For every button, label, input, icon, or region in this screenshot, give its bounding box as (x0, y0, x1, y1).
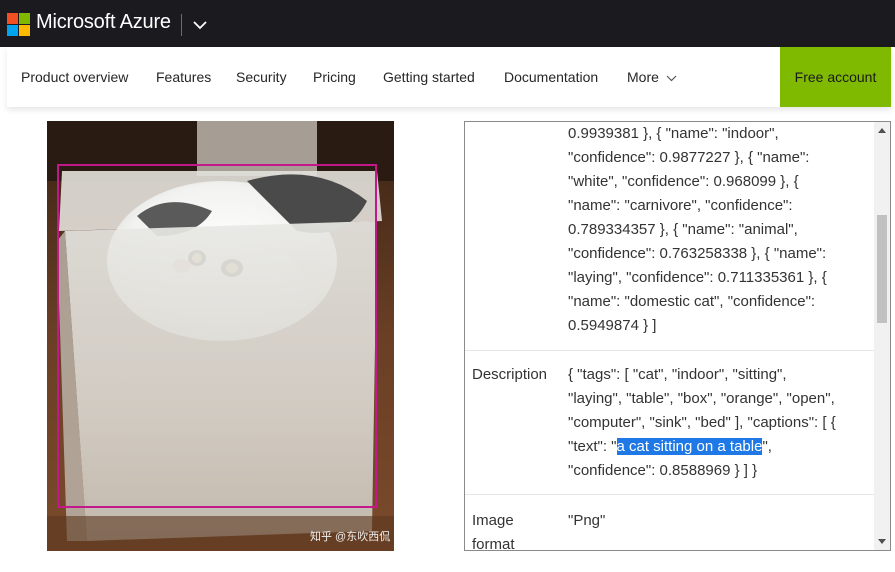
tags-row: 0.9939381 }, { "name": "indoor", "confid… (465, 122, 875, 351)
value-line: "confidence": 0.9877227 }, { "name": (568, 149, 810, 166)
image-watermark: 知乎 @东吹西侃 (310, 531, 391, 543)
value-line: 0.9939381 }, { "name": "indoor", (568, 125, 779, 142)
analyzed-image (47, 121, 394, 551)
value-line: "white", "confidence": 0.968099 }, { (568, 173, 799, 190)
caption-line: "text": "a cat sitting on a table", (568, 435, 864, 459)
analysis-results-panel[interactable]: 0.9939381 }, { "name": "indoor", "confid… (464, 121, 891, 551)
nav-features[interactable]: Features (156, 69, 211, 85)
nav-getting-started[interactable]: Getting started (383, 69, 475, 85)
scroll-down-icon[interactable] (874, 534, 890, 550)
value-line: { "tags": [ "cat", "indoor", "sitting", (568, 366, 787, 383)
image-format-label: Image format (472, 509, 515, 550)
caption-suffix: ", (762, 438, 772, 455)
caption-prefix: "text": " (568, 438, 617, 455)
tags-value: 0.9939381 }, { "name": "indoor", "confid… (568, 122, 864, 338)
description-label: Description (472, 366, 548, 383)
nav-documentation[interactable]: Documentation (504, 69, 598, 85)
free-account-button[interactable]: Free account (780, 47, 891, 107)
microsoft-logo-icon[interactable] (7, 13, 30, 36)
value-line: "confidence": 0.763258338 }, { "name": (568, 245, 827, 262)
value-line: "name": "domestic cat", "confidence": (568, 293, 816, 310)
value-line: "computer", "sink", "bed" ], "captions":… (568, 414, 836, 431)
nav-product-overview[interactable]: Product overview (21, 69, 128, 85)
label-line: format (472, 536, 515, 550)
value-line: "laying", "table", "box", "orange", "ope… (568, 390, 835, 407)
value-line: "name": "carnivore", "confidence": (568, 197, 793, 214)
value-line: "confidence": 0.8588969 } ] } (568, 462, 758, 479)
nav-more[interactable]: More (627, 69, 677, 85)
value-line: "laying", "confidence": 0.711335361 }, { (568, 269, 827, 286)
results-list: 0.9939381 }, { "name": "indoor", "confid… (465, 122, 875, 550)
caption-text-selected[interactable]: a cat sitting on a table (616, 438, 763, 455)
value-line: 0.789334357 }, { "name": "animal", (568, 221, 798, 238)
chevron-down-icon (666, 75, 677, 82)
scroll-up-icon[interactable] (874, 122, 890, 138)
image-format-row: Image format "Png" (465, 495, 875, 550)
nav-more-label: More (627, 69, 659, 85)
nav-security[interactable]: Security (236, 69, 287, 85)
cat-in-box-image (47, 121, 394, 551)
brand-name[interactable]: Microsoft Azure (36, 11, 171, 34)
divider (181, 14, 182, 36)
chevron-down-icon[interactable] (190, 15, 210, 35)
top-bar: Microsoft Azure (0, 0, 895, 47)
scrollbar-thumb[interactable] (877, 215, 887, 323)
nav-pricing[interactable]: Pricing (313, 69, 356, 85)
label-line: Image (472, 512, 514, 529)
description-value: { "tags": [ "cat", "indoor", "sitting", … (568, 363, 864, 483)
product-nav: Product overview Features Security Prici… (7, 47, 891, 107)
description-row: Description { "tags": [ "cat", "indoor",… (465, 351, 875, 495)
vertical-scrollbar[interactable] (874, 122, 890, 550)
value-line: 0.5949874 } ] (568, 317, 657, 334)
image-format-value: "Png" (568, 512, 606, 529)
